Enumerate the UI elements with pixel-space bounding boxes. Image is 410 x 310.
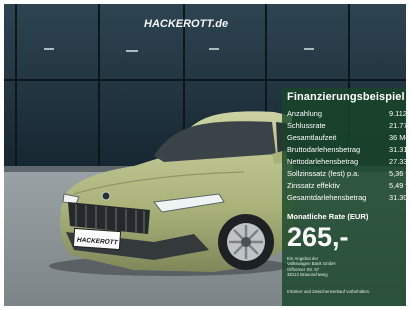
ad-image: HACKEROTT.de HACKEROTT Finanzierungsbeis… <box>4 4 406 306</box>
row-value: 31.311 € <box>389 145 406 154</box>
row-value: 9.112 € <box>389 109 406 118</box>
row-label: Bruttodarlehensbetrag <box>287 145 361 154</box>
financing-row: Schlussrate 21.771 € <box>287 120 406 132</box>
row-label: Gesamtdarlehensbetrag <box>287 193 367 202</box>
row-label: Schlussrate <box>287 121 326 130</box>
monthly-rate-value: 265,- <box>287 222 349 252</box>
row-value: 5,36 % <box>389 169 406 178</box>
row-label: Sollzinssatz (fest) p.a. <box>287 169 360 178</box>
row-value: 5,49 % <box>389 181 406 190</box>
row-label: Zinssatz effektiv <box>287 181 340 190</box>
row-label: Gesamtlaufzeit <box>287 133 337 142</box>
financing-row: Nettodarlehensbetrag 27.338 € <box>287 156 406 168</box>
row-label: Nettodarlehensbetrag <box>287 157 359 166</box>
row-value: 31.308 € <box>389 193 406 202</box>
panel-title: Finanzierungsbeispiel <box>287 91 405 103</box>
row-label: Anzahlung <box>287 109 322 118</box>
row-value: 21.771 € <box>389 121 406 130</box>
financing-row: Gesamtlaufzeit 36 Monate <box>287 132 406 144</box>
financing-row: Anzahlung 9.112 € <box>287 108 406 120</box>
financing-rows: Anzahlung 9.112 € Schlussrate 21.771 € Ges… <box>287 108 406 204</box>
facade-logo: HACKEROTT.de <box>144 18 228 30</box>
financing-row: Bruttodarlehensbetrag 31.311 € <box>287 144 406 156</box>
row-value: 27.338 € <box>389 157 406 166</box>
financing-row: Sollzinssatz (fest) p.a. 5,36 % <box>287 168 406 180</box>
lender-info: Ein Angebot der Volkswagen Bank GmbH Gif… <box>287 256 336 278</box>
financing-row: Zinssatz effektiv 5,49 % <box>287 180 406 192</box>
monthly-rate-label: Monatliche Rate (EUR) <box>287 212 369 221</box>
disclaimer: Irrtümer und Zwischenverkauf vorbehalten… <box>287 289 371 294</box>
brand-badge <box>101 191 111 201</box>
financing-row: Gesamtdarlehensbetrag 31.308 € <box>287 192 406 204</box>
lender-line: 38112 Braunschweig <box>287 272 328 278</box>
financing-panel: Finanzierungsbeispiel Anzahlung 9.112 € S… <box>282 88 406 306</box>
row-value: 36 Monate <box>389 133 406 142</box>
